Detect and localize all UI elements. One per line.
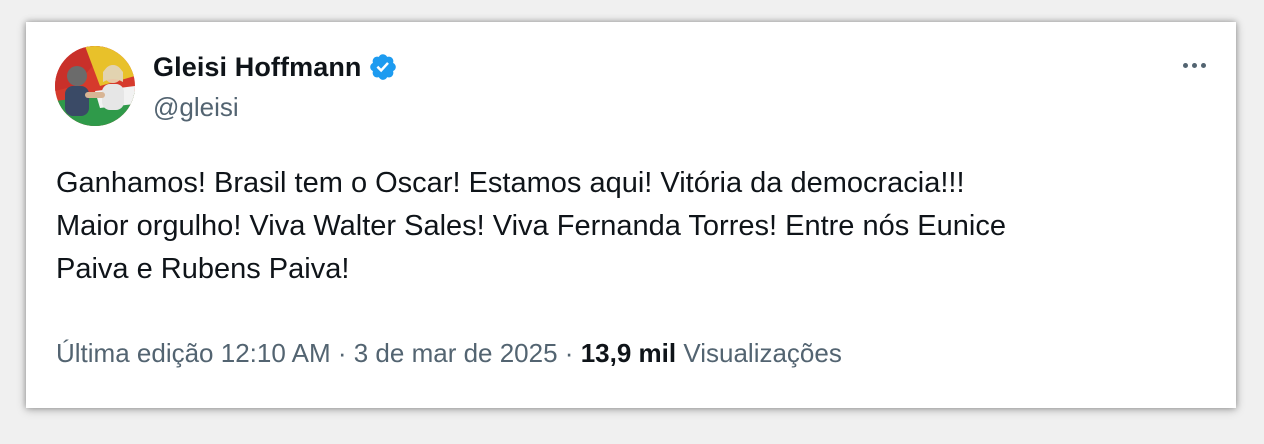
avatar[interactable] [55,46,135,126]
views-count: 13,9 mil [580,338,677,368]
verified-badge-icon [368,52,398,82]
tweet-time[interactable]: 12:10 AM [221,338,331,368]
more-dot [1182,62,1188,68]
meta-separator: · [337,338,347,368]
tweet-meta: Última edição 12:10 AM · 3 de mar de 202… [56,338,842,369]
tweet-date[interactable]: 3 de mar de 2025 [354,338,558,368]
avatar-image [55,46,135,126]
more-options-icon[interactable] [1174,50,1214,80]
more-dot [1200,62,1206,68]
meta-separator: · [564,338,574,368]
tweet-text-line: Ganhamos! Brasil tem o Oscar! Estamos aq… [56,167,965,199]
edited-label[interactable]: Última edição [56,338,214,368]
tweet-text-line: Maior orgulho! Viva Walter Sales! Viva F… [56,210,1006,242]
tweet-text-line: Paiva e Rubens Paiva! [56,253,350,285]
more-dot [1191,62,1197,68]
author-name-row: Gleisi Hoffmann [153,50,398,84]
author-handle[interactable]: @gleisi [153,92,239,123]
tweet-card[interactable]: Gleisi Hoffmann @gleisi Ganhamos! Brasil… [26,22,1236,408]
views-label[interactable]: Visualizações [683,338,842,368]
tweet-text: Ganhamos! Brasil tem o Oscar! Estamos aq… [56,162,1216,291]
author-name[interactable]: Gleisi Hoffmann [153,52,362,83]
